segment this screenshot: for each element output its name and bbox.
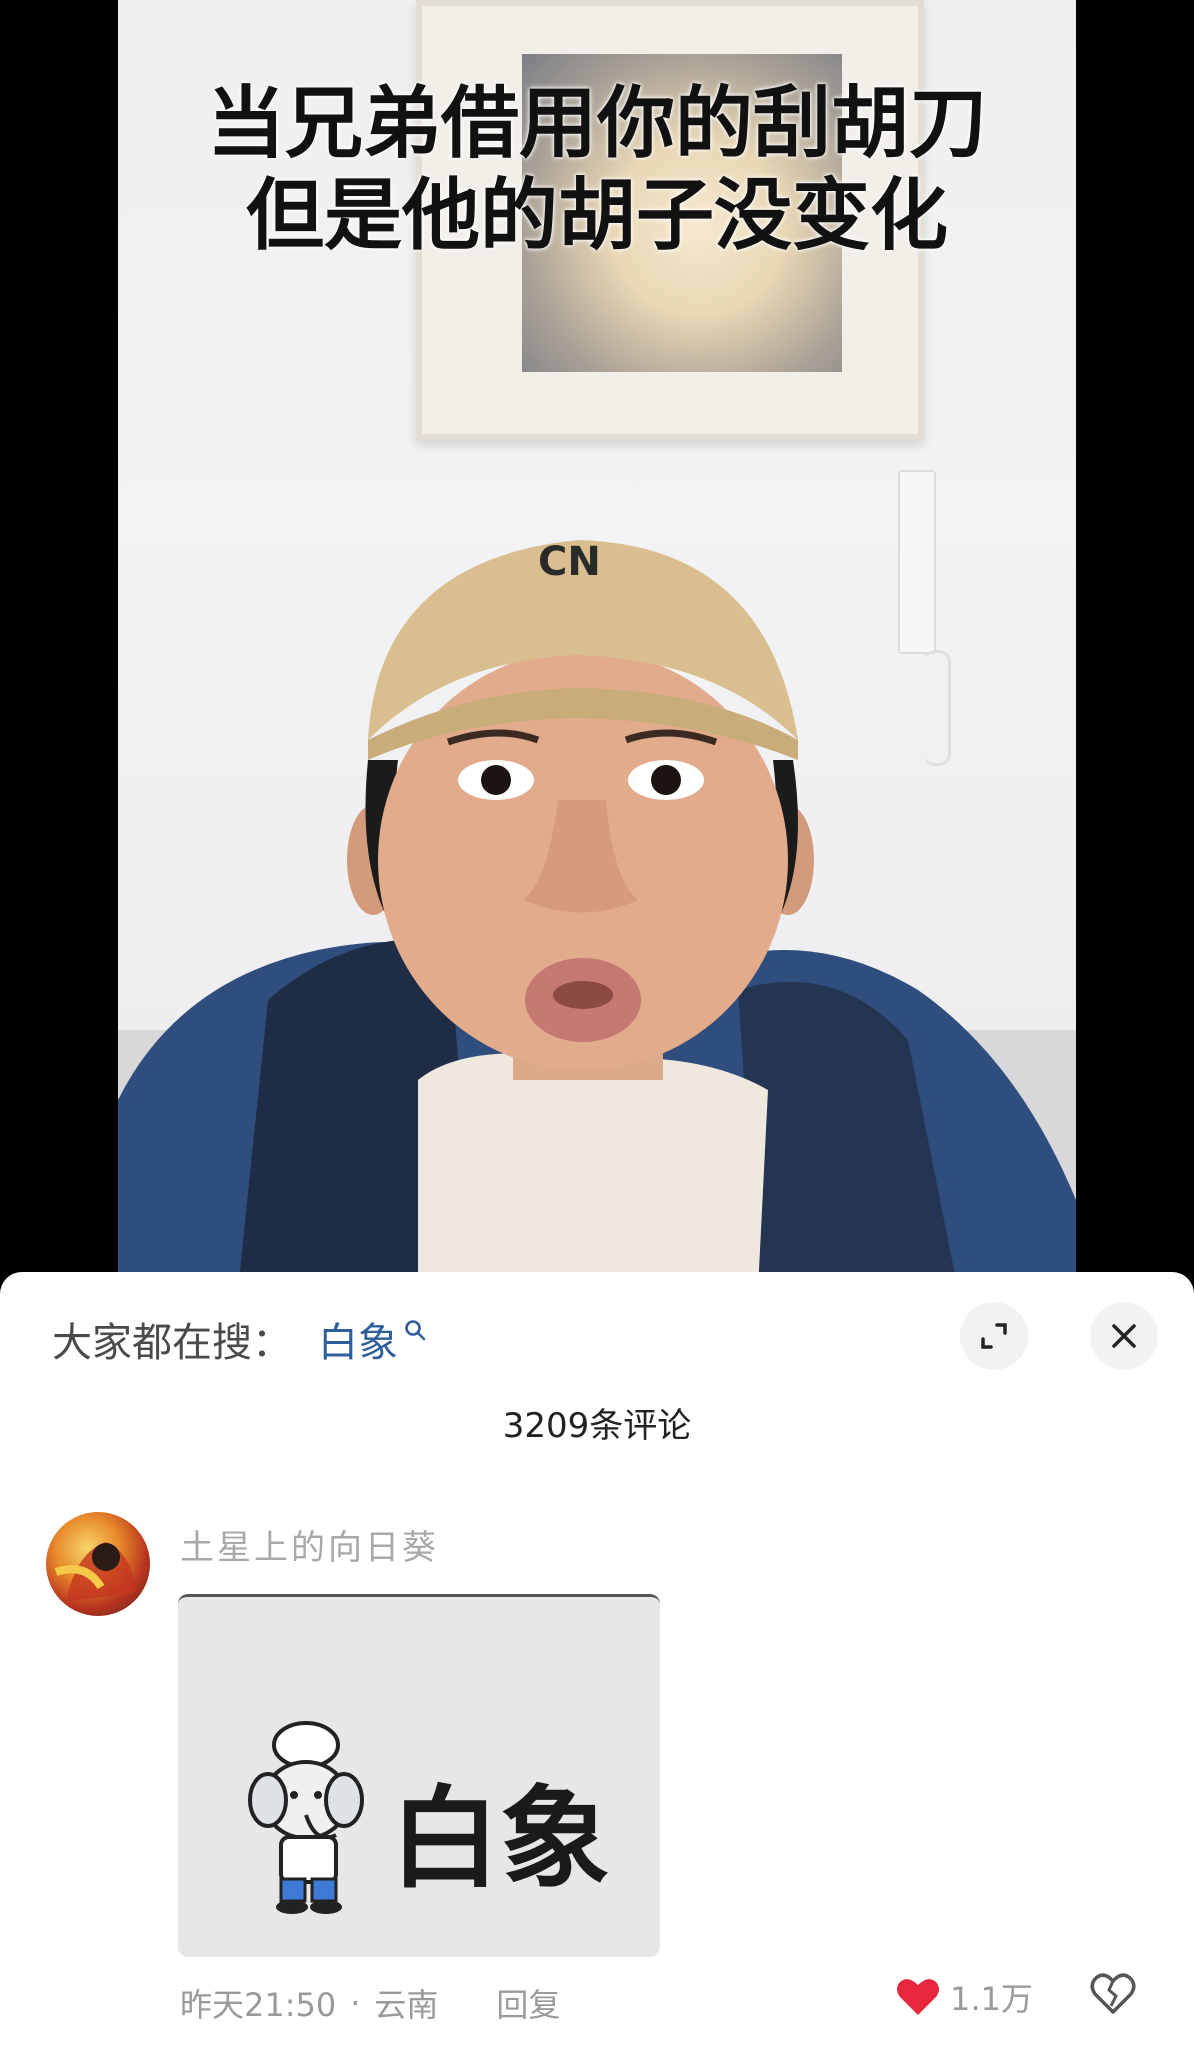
like-button[interactable]: 1.1万	[896, 1974, 1033, 2020]
video-player[interactable]: CN 当兄弟借用你的刮胡刀 但是他的胡子没变化	[118, 0, 1076, 1290]
avatar[interactable]	[46, 1512, 150, 1616]
comment-time: 昨天21:50	[180, 1986, 337, 2024]
close-icon	[1112, 1324, 1136, 1348]
meta-separator: ·	[350, 1984, 361, 2022]
avatar-image	[54, 1542, 136, 1602]
video-caption: 当兄弟借用你的刮胡刀 但是他的胡子没变化	[118, 78, 1076, 262]
comments-sheet: 大家都在搜： 白象 3209条评论 土星上的向日葵 白象 昨天21:50 · 云…	[0, 1272, 1194, 2048]
cap-logo: CN	[538, 539, 601, 585]
expand-button[interactable]	[960, 1302, 1028, 1370]
screen: CN 当兄弟借用你的刮胡刀 但是他的胡子没变化 大家都在搜： 白象 3209条评…	[0, 0, 1194, 2048]
broken-heart-icon	[1090, 1973, 1136, 2014]
trending-search-prefix: 大家都在搜：	[52, 1320, 292, 1366]
close-button[interactable]	[1090, 1302, 1158, 1370]
expand-icon	[981, 1323, 1007, 1349]
comment-username[interactable]: 土星上的向日葵	[180, 1520, 439, 1569]
comment-sticker-image[interactable]: 白象	[178, 1594, 660, 1957]
comment-count: 3209条评论	[502, 1406, 692, 1446]
comment-location: 云南	[374, 1986, 439, 2024]
dislike-button[interactable]	[1090, 1972, 1136, 2020]
caption-line-1: 当兄弟借用你的刮胡刀	[206, 79, 987, 169]
like-count: 1.1万	[950, 1980, 1033, 2018]
heart-icon	[897, 1979, 939, 2015]
search-icon[interactable]	[404, 1319, 426, 1341]
trending-search-term[interactable]: 白象	[318, 1310, 398, 1368]
comment-meta: 昨天21:50 · 云南 回复	[180, 1980, 574, 2026]
caption-line-2: 但是他的胡子没变化	[245, 171, 948, 261]
reply-button[interactable]: 回复	[496, 1980, 560, 2026]
sticker-brand-text: 白象	[390, 1774, 610, 1903]
elephant-chef-mascot-icon	[248, 1721, 364, 1914]
trending-search-hint[interactable]: 大家都在搜： 白象	[52, 1310, 426, 1368]
